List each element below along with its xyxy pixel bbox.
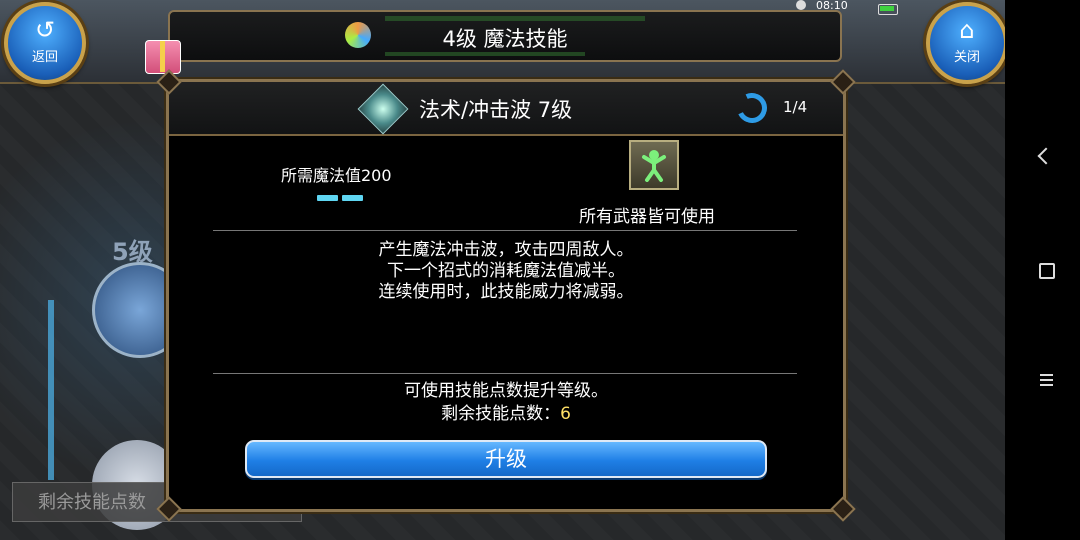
dialog-header: 法术/冲击波 7级 1/4	[169, 82, 843, 136]
battery-icon	[878, 4, 898, 15]
description-line: 产生魔法冲击波，攻击四周敌人。	[378, 240, 634, 260]
back-label: 返回	[31, 50, 58, 65]
nav-back-icon[interactable]	[1037, 147, 1055, 165]
system-nav-bar	[1005, 0, 1080, 540]
close-label: 关闭	[953, 50, 980, 65]
skill-tree-line	[48, 300, 54, 480]
upgrade-hint: 可使用技能点数提升等级。	[404, 381, 608, 401]
divider	[213, 230, 797, 231]
skill-crystal-icon	[357, 83, 409, 135]
description-line: 连续使用时，此技能威力将减弱。	[378, 282, 634, 302]
mp-bar	[385, 52, 585, 56]
home-icon: ⌂	[959, 16, 975, 44]
remaining-points: 剩余技能点数：6	[169, 403, 843, 426]
nav-home-icon[interactable]	[1039, 263, 1055, 279]
weapon-requirement: 所有武器皆可使用	[579, 207, 715, 227]
alarm-icon	[796, 0, 806, 10]
gift-icon[interactable]	[145, 40, 181, 74]
skill-name: 法术/冲击波 7级	[419, 98, 573, 122]
mp-cost-bars	[317, 186, 367, 205]
skill-dialog: 法术/冲击波 7级 1/4 所需魔法值200 所有武器皆可使用 产生魔法冲击波，…	[156, 69, 856, 522]
upgrade-button[interactable]: 升级	[245, 440, 767, 478]
page-indicator: 1/4	[783, 98, 808, 116]
remaining-points-value: 6	[560, 404, 571, 424]
stick-figure-icon	[629, 140, 679, 190]
nav-menu-icon[interactable]	[1040, 374, 1053, 387]
refresh-icon[interactable]	[732, 88, 772, 128]
description-line: 下一个招式的消耗魔法值减半。	[387, 261, 625, 281]
remaining-points-label: 剩余技能点数：	[441, 404, 561, 424]
title-bar: 4级 魔法技能	[168, 10, 842, 62]
hp-bar	[385, 16, 645, 21]
back-arrow-icon: ↺	[34, 16, 56, 44]
divider	[213, 373, 797, 374]
back-button[interactable]: ↺ 返回	[4, 2, 86, 84]
close-button[interactable]: ⌂ 关闭	[926, 2, 1008, 84]
upgrade-info: 可使用技能点数提升等级。 剩余技能点数：6	[169, 380, 843, 426]
skill-description: 产生魔法冲击波，攻击四周敌人。 下一个招式的消耗魔法值减半。 连续使用时，此技能…	[169, 240, 843, 303]
page-title: 4级 魔法技能	[442, 27, 568, 51]
mp-requirement: 所需魔法值200	[281, 166, 392, 185]
